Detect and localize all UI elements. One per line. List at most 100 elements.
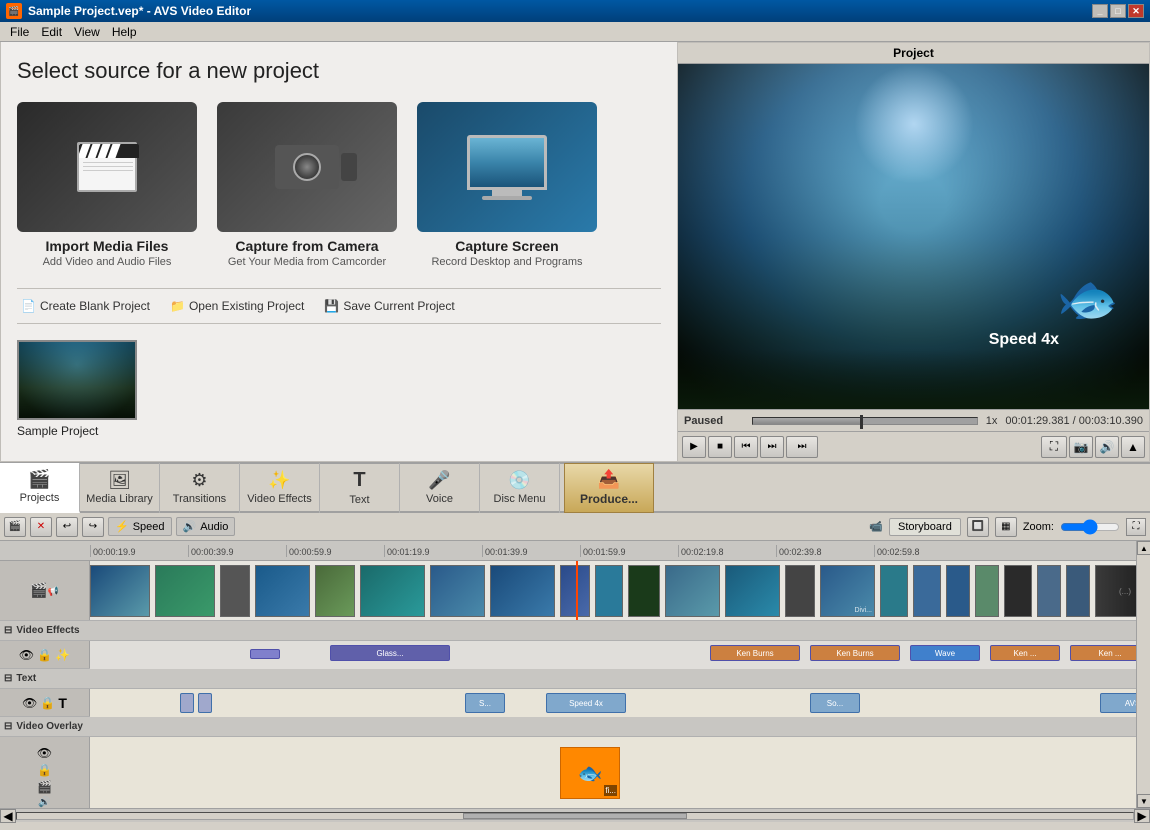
video-clip-1[interactable]	[90, 565, 150, 617]
overlay-eye-icon[interactable]: 👁	[37, 746, 52, 760]
tab-text[interactable]: T Text	[320, 463, 400, 513]
text-track-content[interactable]: Speed 4x S... So... AVS Vide...	[90, 689, 1136, 717]
video-clip-15[interactable]: Divi...	[820, 565, 875, 617]
video-clip-4[interactable]	[255, 565, 310, 617]
scroll-right-btn[interactable]: ▶	[1134, 809, 1150, 823]
text-block-s[interactable]: S...	[465, 693, 505, 713]
prev-button[interactable]: ⏮	[734, 436, 758, 458]
text-collapse[interactable]: ⊟	[4, 673, 12, 684]
create-blank-project[interactable]: 📄 Create Blank Project	[17, 297, 154, 315]
progress-bar[interactable]	[752, 417, 978, 425]
overlay-audio-icon[interactable]: 🔊	[38, 797, 50, 808]
eye-icon[interactable]: 👁	[19, 648, 34, 662]
tab-voice[interactable]: 🎤 Voice	[400, 463, 480, 513]
layout-btn[interactable]: ▦	[995, 517, 1017, 537]
video-clip-13[interactable]	[725, 565, 780, 617]
next-button[interactable]: ⏭	[760, 436, 784, 458]
zoom-fit-btn[interactable]: ⛶	[1126, 518, 1146, 536]
tab-produce[interactable]: 📤 Produce...	[564, 463, 654, 513]
video-clip-22[interactable]	[1066, 565, 1090, 617]
video-clip-19[interactable]	[975, 565, 999, 617]
video-clip-6[interactable]	[360, 565, 425, 617]
video-clip-8[interactable]	[490, 565, 555, 617]
scroll-thumb-track[interactable]	[16, 812, 1134, 820]
tab-disc-menu[interactable]: 💿 Disc Menu	[480, 463, 560, 513]
tab-projects[interactable]: 🎬 Projects	[0, 463, 80, 513]
video-clip-14[interactable]	[785, 565, 815, 617]
overlay-collapse[interactable]: ⊟	[4, 721, 12, 732]
stop-button[interactable]: ■	[708, 436, 732, 458]
timeline-delete-btn[interactable]: ✕	[30, 517, 52, 537]
effect-glass[interactable]: Glass...	[330, 645, 450, 661]
fx-icon[interactable]: ✨	[55, 648, 70, 662]
maximize-button[interactable]: □	[1110, 4, 1126, 18]
video-clip-12[interactable]	[665, 565, 720, 617]
window-controls[interactable]: _ □ ✕	[1092, 4, 1144, 18]
menu-file[interactable]: File	[4, 23, 35, 41]
text-eye-icon[interactable]: 👁	[22, 696, 37, 710]
scroll-up-btn[interactable]: ▲	[1137, 541, 1150, 555]
effect-ken-3[interactable]: Ken ...	[990, 645, 1060, 661]
close-button[interactable]: ✕	[1128, 4, 1144, 18]
video-clip-5[interactable]	[315, 565, 355, 617]
video-clip-23[interactable]: (...)	[1095, 565, 1136, 617]
menu-help[interactable]: Help	[106, 23, 143, 41]
zoom-slider[interactable]	[1060, 521, 1120, 533]
source-option-import[interactable]: Import Media Files Add Video and Audio F…	[17, 102, 197, 268]
scroll-down-btn[interactable]: ▼	[1137, 794, 1150, 808]
text-block-1[interactable]	[180, 693, 194, 713]
text-t-icon[interactable]: T	[58, 695, 67, 711]
tab-video-effects[interactable]: ✨ Video Effects	[240, 463, 320, 513]
overlay-lock-icon[interactable]: 🔒	[37, 763, 52, 777]
text-block-avs[interactable]: AVS Vide...	[1100, 693, 1136, 713]
timeline-mode-btn[interactable]: 🎬	[4, 517, 26, 537]
expand-arrow[interactable]: ▲	[1121, 436, 1145, 458]
text-block-2[interactable]	[198, 693, 212, 713]
tab-transitions[interactable]: ⚙ Transitions	[160, 463, 240, 513]
minimize-button[interactable]: _	[1092, 4, 1108, 18]
text-block-speed[interactable]: Speed 4x	[546, 693, 626, 713]
video-clip-10[interactable]	[595, 565, 623, 617]
overlay-film-icon[interactable]: 🎬	[37, 780, 52, 794]
horizontal-scrollbar[interactable]: ◀ ▶	[0, 808, 1150, 822]
video-clip-16[interactable]	[880, 565, 908, 617]
audio-segment[interactable]: 🔊 Audio	[176, 517, 236, 536]
video-clip-11[interactable]	[628, 565, 660, 617]
undo-btn[interactable]: ↩	[56, 517, 78, 537]
overlay-fish-clip[interactable]: 🐟 fi...	[560, 747, 620, 799]
text-block-so[interactable]: So...	[810, 693, 860, 713]
source-option-screen[interactable]: Capture Screen Record Desktop and Progra…	[417, 102, 597, 268]
audio-button[interactable]: 🔊	[1095, 436, 1119, 458]
video-clip-3[interactable]	[220, 565, 250, 617]
speed-segment[interactable]: ⚡ Speed	[108, 517, 172, 536]
view-toggle-btn[interactable]: 🔲	[967, 517, 989, 537]
video-clip-21[interactable]	[1037, 565, 1061, 617]
tab-media-library[interactable]: 🖼 Media Library	[80, 463, 160, 513]
save-current-project[interactable]: 💾 Save Current Project	[320, 297, 458, 315]
video-effects-collapse[interactable]: ⊟	[4, 625, 12, 636]
lock-icon[interactable]: 🔒	[37, 648, 52, 662]
frame-advance-button[interactable]: ⏭	[786, 436, 818, 458]
video-clip-9[interactable]	[560, 565, 590, 617]
effect-wave[interactable]: Wave	[910, 645, 980, 661]
video-clip-20[interactable]	[1004, 565, 1032, 617]
video-clip-7[interactable]	[430, 565, 485, 617]
text-lock-icon[interactable]: 🔒	[40, 696, 55, 710]
effect-blue-bar[interactable]	[250, 649, 280, 659]
effect-ken-burns-1[interactable]: Ken Burns	[710, 645, 800, 661]
video-clip-18[interactable]	[946, 565, 970, 617]
menu-edit[interactable]: Edit	[35, 23, 68, 41]
play-button[interactable]: ▶	[682, 436, 706, 458]
scroll-left-btn[interactable]: ◀	[0, 809, 16, 823]
open-existing-project[interactable]: 📁 Open Existing Project	[166, 297, 308, 315]
snapshot-button[interactable]: 📷	[1069, 436, 1093, 458]
video-track-content[interactable]: Divi... (...)	[90, 561, 1136, 620]
effect-ken-burns-2[interactable]: Ken Burns	[810, 645, 900, 661]
source-option-camera[interactable]: Capture from Camera Get Your Media from …	[217, 102, 397, 268]
video-effects-track-content[interactable]: Glass... Ken Burns Ken Burns Wave Ken ..…	[90, 641, 1136, 669]
effect-ken-4[interactable]: Ken ...	[1070, 645, 1136, 661]
storyboard-btn[interactable]: Storyboard	[889, 518, 961, 536]
timeline-vertical-scroll[interactable]: ▲ ▼	[1136, 541, 1150, 808]
video-overlay-track-content[interactable]: 🐟 fi...	[90, 737, 1136, 808]
scroll-thumb[interactable]	[463, 813, 686, 819]
